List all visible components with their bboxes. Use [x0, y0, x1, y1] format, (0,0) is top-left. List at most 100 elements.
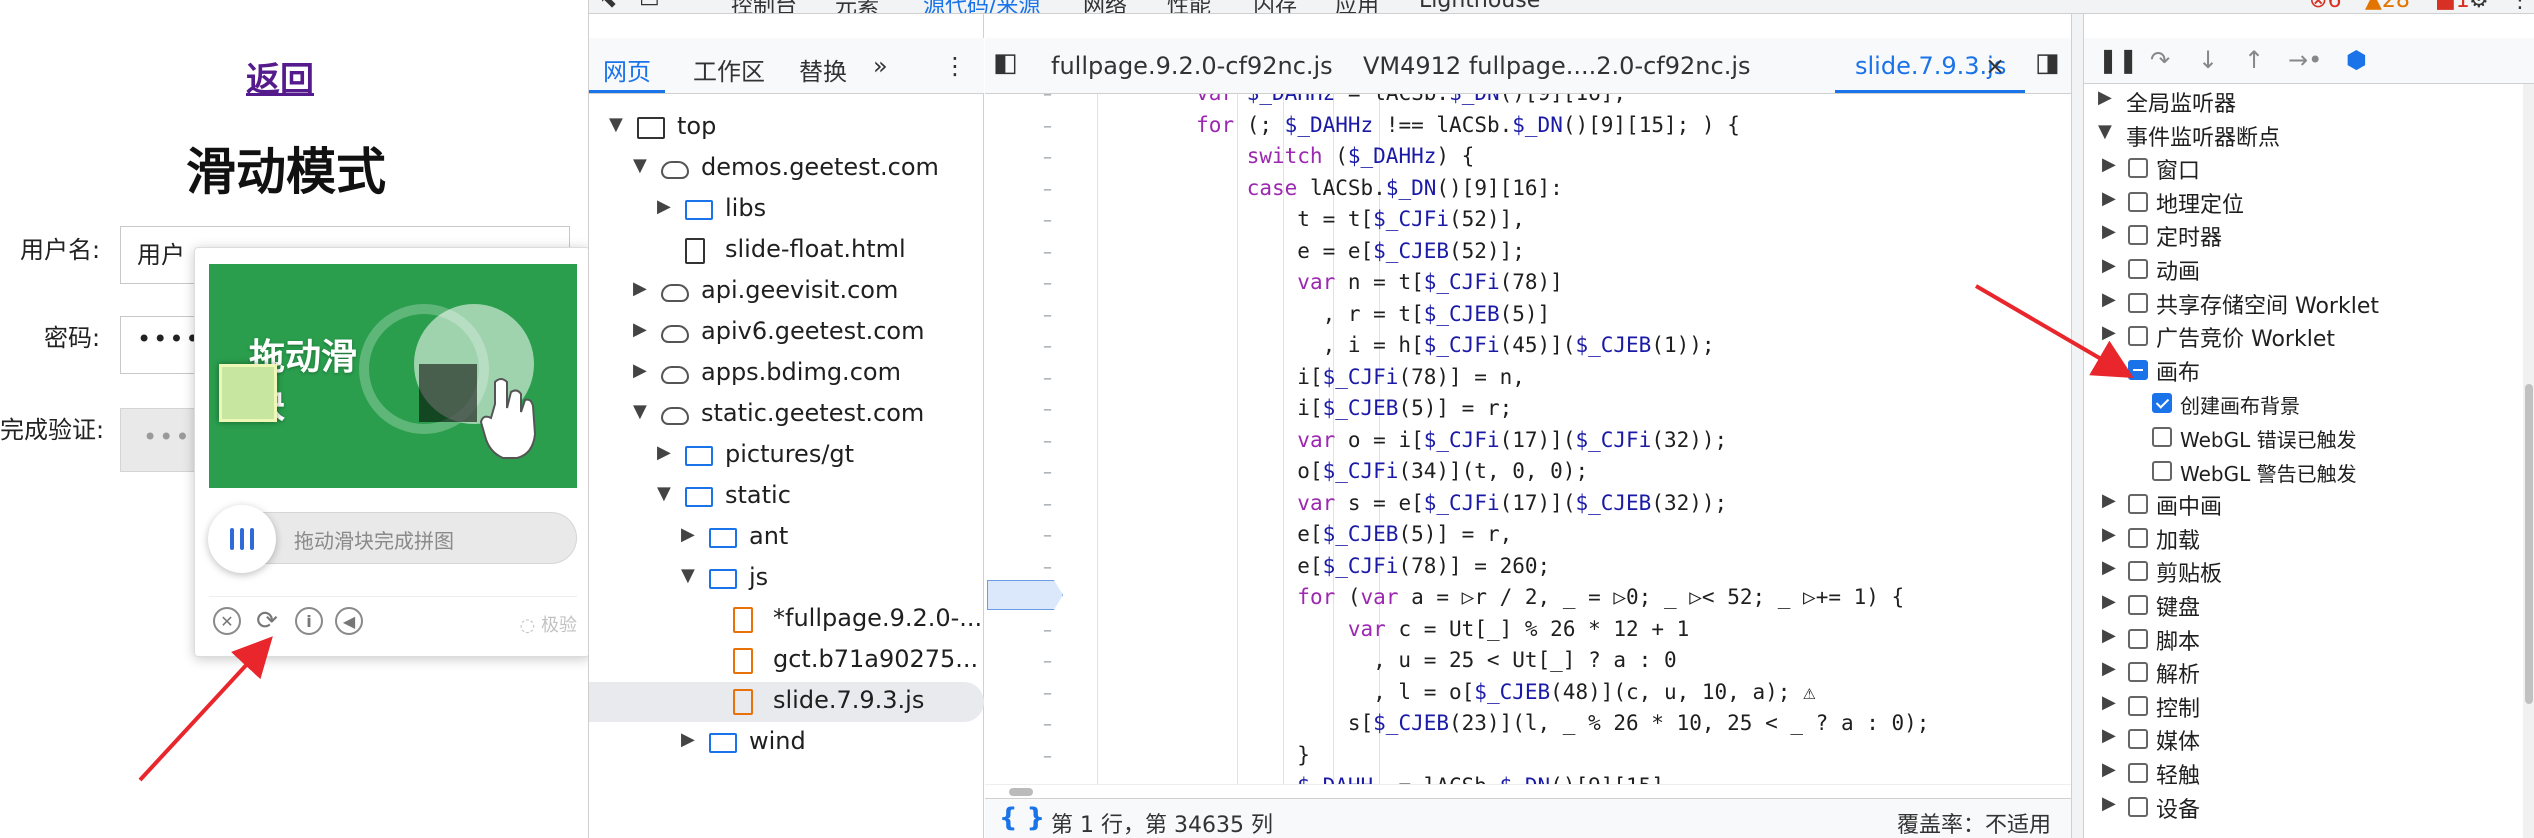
chevron-right-icon[interactable]: ▶ — [681, 729, 695, 750]
chevron-right-icon[interactable]: ▶ — [2102, 188, 2116, 209]
breakpoint-row[interactable]: ▶ 动画 — [2084, 252, 2524, 286]
step-over-icon[interactable]: ↷ — [2150, 46, 2170, 74]
code-line[interactable]: , i = h[$_CJFi(45)]($_CJEB(1)); — [1095, 330, 1715, 362]
breakpoint-row[interactable]: ▶ 窗口 — [2084, 151, 2524, 185]
puzzle-piece[interactable] — [219, 364, 277, 422]
gutter-marker[interactable]: – — [1043, 620, 1052, 641]
code-line[interactable]: i[$_CJFi(78)] = n, — [1095, 362, 1525, 394]
breakpoint-checkbox[interactable] — [2128, 561, 2148, 582]
tree-item[interactable]: ▶ pictures/gt — [589, 436, 984, 476]
tree-item[interactable]: ▶ ant — [589, 518, 984, 558]
breakpoint-checkbox[interactable] — [2128, 662, 2148, 683]
breakpoint-checkbox[interactable] — [2128, 259, 2148, 279]
gutter-marker[interactable]: – — [1043, 116, 1052, 137]
gutter-marker[interactable]: – — [1043, 557, 1052, 578]
breakpoint-row[interactable]: ▶ 媒体 — [2084, 722, 2524, 756]
chevron-right-icon[interactable]: ▶ — [681, 524, 695, 545]
device-icon[interactable]: ▭ — [639, 0, 660, 13]
gutter-marker[interactable]: – — [1043, 210, 1052, 231]
breakpoint-row[interactable]: ▶ 全局监听器 — [2084, 84, 2524, 118]
code-content[interactable]: var $_DAHHz = lACSb.$_DN()[9][16]; for (… — [1095, 94, 2061, 784]
breakpoint-checkbox[interactable] — [2128, 158, 2148, 179]
refresh-icon[interactable]: ⟳ — [253, 606, 281, 636]
breakpoint-row[interactable]: WebGL 警告已触发 — [2084, 454, 2524, 488]
editor-tab-slide[interactable]: slide.7.9.3.js — [1855, 52, 2006, 80]
breakpoint-row[interactable]: ▶ 定时器 — [2084, 218, 2524, 252]
code-line[interactable]: s[$_CJEB(23)](l, _ % 26 * 10, 25 < _ ? a… — [1095, 708, 1930, 740]
chevron-right-icon[interactable]: ▶ — [2102, 289, 2116, 310]
breakpoint-checkbox[interactable] — [2128, 763, 2148, 783]
back-link[interactable]: 返回 — [246, 52, 314, 101]
breakpoint-checkbox[interactable] — [2152, 460, 2172, 481]
gutter-marker[interactable]: – — [1043, 147, 1052, 168]
slider-track[interactable]: 拖动滑块完成拼图 — [208, 505, 577, 573]
more-menu-icon[interactable]: ⋮ — [2509, 0, 2531, 13]
gutter-marker[interactable]: – — [1043, 84, 1052, 105]
tab-console[interactable]: 控制台 — [731, 0, 797, 13]
tab-sources[interactable]: 源代码/来源 — [923, 0, 1040, 13]
chevron-right-icon[interactable]: ▶ — [2098, 87, 2112, 108]
gutter-marker[interactable]: – — [1043, 305, 1052, 326]
tree-item[interactable]: *fullpage.9.2.0-... — [589, 600, 984, 640]
code-line[interactable]: e[$_CJEB(5)] = r, — [1095, 519, 1512, 551]
code-line[interactable]: , u = 25 < Ut[_] ? a : 0 — [1095, 645, 1676, 677]
gear-icon[interactable]: ⚙ — [2469, 0, 2489, 13]
tree-item[interactable]: ▶ libs — [589, 190, 984, 230]
chevron-right-icon[interactable]: ▶ — [2102, 692, 2116, 713]
breakpoint-checkbox[interactable] — [2128, 628, 2148, 649]
breakpoint-row[interactable]: WebGL 错误已触发 — [2084, 420, 2524, 454]
chevron-right-icon[interactable]: ▶ — [2102, 591, 2116, 612]
tab-lighthouse[interactable]: Lighthouse — [1419, 0, 1540, 13]
chevron-down-icon[interactable]: ▼ — [633, 401, 647, 422]
chevron-down-icon[interactable]: ▼ — [2102, 356, 2116, 377]
gutter-marker[interactable]: – — [1043, 242, 1052, 263]
tree-item[interactable]: ▶ apiv6.geetest.com — [589, 313, 984, 353]
breakpoint-row[interactable]: ▶ 地理定位 — [2084, 185, 2524, 219]
info-icon[interactable]: i — [295, 607, 323, 635]
breakpoint-row[interactable]: ▶ 解析 — [2084, 655, 2524, 689]
breakpoint-row[interactable]: ▶ 控制 — [2084, 689, 2524, 723]
tab-network[interactable]: 网络 — [1083, 0, 1127, 13]
breakpoint-checkbox[interactable] — [2128, 191, 2148, 212]
breakpoint-row[interactable]: ▶ 加载 — [2084, 521, 2524, 555]
breakpoint-checkbox[interactable] — [2128, 527, 2148, 548]
breakpoint-row[interactable]: ▶ 轻触 — [2084, 756, 2524, 790]
chevron-right-icon[interactable]: ▶ — [2102, 221, 2116, 242]
breakpoint-row[interactable]: ▶ 设备 — [2084, 790, 2524, 824]
vertical-scrollbar[interactable] — [2523, 84, 2534, 838]
gutter-marker[interactable]: – — [1043, 494, 1052, 515]
toggle-debugger-icon[interactable]: ◨ — [2035, 48, 2060, 78]
more-tabs-icon[interactable]: » — [873, 52, 888, 80]
code-line[interactable]: e = e[$_CJEB(52)]; — [1095, 236, 1525, 268]
code-line[interactable]: switch ($_DAHHz) { — [1095, 141, 1475, 173]
tree-item[interactable]: ▶ apps.bdimg.com — [589, 354, 984, 394]
code-line[interactable]: for (; $_DAHHz !== lACSb.$_DN()[9][15]; … — [1095, 110, 1740, 142]
inspect-icon[interactable]: ⬉ — [599, 0, 617, 13]
tree-item[interactable]: ▼ static.geetest.com — [589, 395, 984, 435]
step-into-icon[interactable]: ↓ — [2198, 46, 2218, 74]
kebab-menu-icon[interactable]: ⋮ — [943, 52, 967, 80]
breakpoint-row[interactable]: ▶ 键盘 — [2084, 588, 2524, 622]
code-line[interactable]: , l = o[$_CJEB(48)](c, u, 10, a); ⚠ — [1095, 677, 1816, 709]
tab-memory[interactable]: 内存 — [1253, 0, 1297, 13]
tab-page[interactable]: 网页 — [603, 52, 651, 87]
editor-tab-fullpage[interactable]: fullpage.9.2.0-cf92nc.js — [1051, 52, 1333, 80]
breakpoint-row[interactable]: ▶ 广告竞价 Worklet — [2084, 319, 2524, 353]
line-gutter[interactable]: ––––––––––––––––––––––– — [985, 84, 1061, 798]
chevron-right-icon[interactable]: ▶ — [2102, 625, 2116, 646]
error-count-badge[interactable]: ⊗6 — [2309, 0, 2341, 13]
code-line[interactable]: for (var a = ▷r / 2, _ = ▷0; _ ▷< 52; _ … — [1095, 582, 1904, 614]
breakpoint-row[interactable]: 创建画布背景 — [2084, 386, 2524, 420]
tree-item[interactable]: ▼ demos.geetest.com — [589, 149, 984, 189]
chevron-right-icon[interactable]: ▶ — [2102, 154, 2116, 175]
breakpoint-checkbox[interactable] — [2128, 595, 2148, 615]
code-line[interactable]: var n = t[$_CJFi(78)] — [1095, 267, 1563, 299]
pause-icon[interactable]: ❚❚ — [2098, 46, 2138, 74]
editor-tab-vm4912[interactable]: VM4912 fullpage....2.0-cf92nc.js — [1363, 52, 1751, 80]
chevron-down-icon[interactable]: ▼ — [609, 114, 623, 135]
chevron-right-icon[interactable]: ▶ — [2102, 759, 2116, 780]
warning-count-badge[interactable]: ▲28 — [2365, 0, 2410, 13]
gutter-marker[interactable]: – — [1043, 273, 1052, 294]
chevron-down-icon[interactable]: ▼ — [633, 155, 647, 176]
code-line[interactable]: var $_DAHHz = lACSb.$_DN()[9][16]; — [1095, 94, 1626, 110]
